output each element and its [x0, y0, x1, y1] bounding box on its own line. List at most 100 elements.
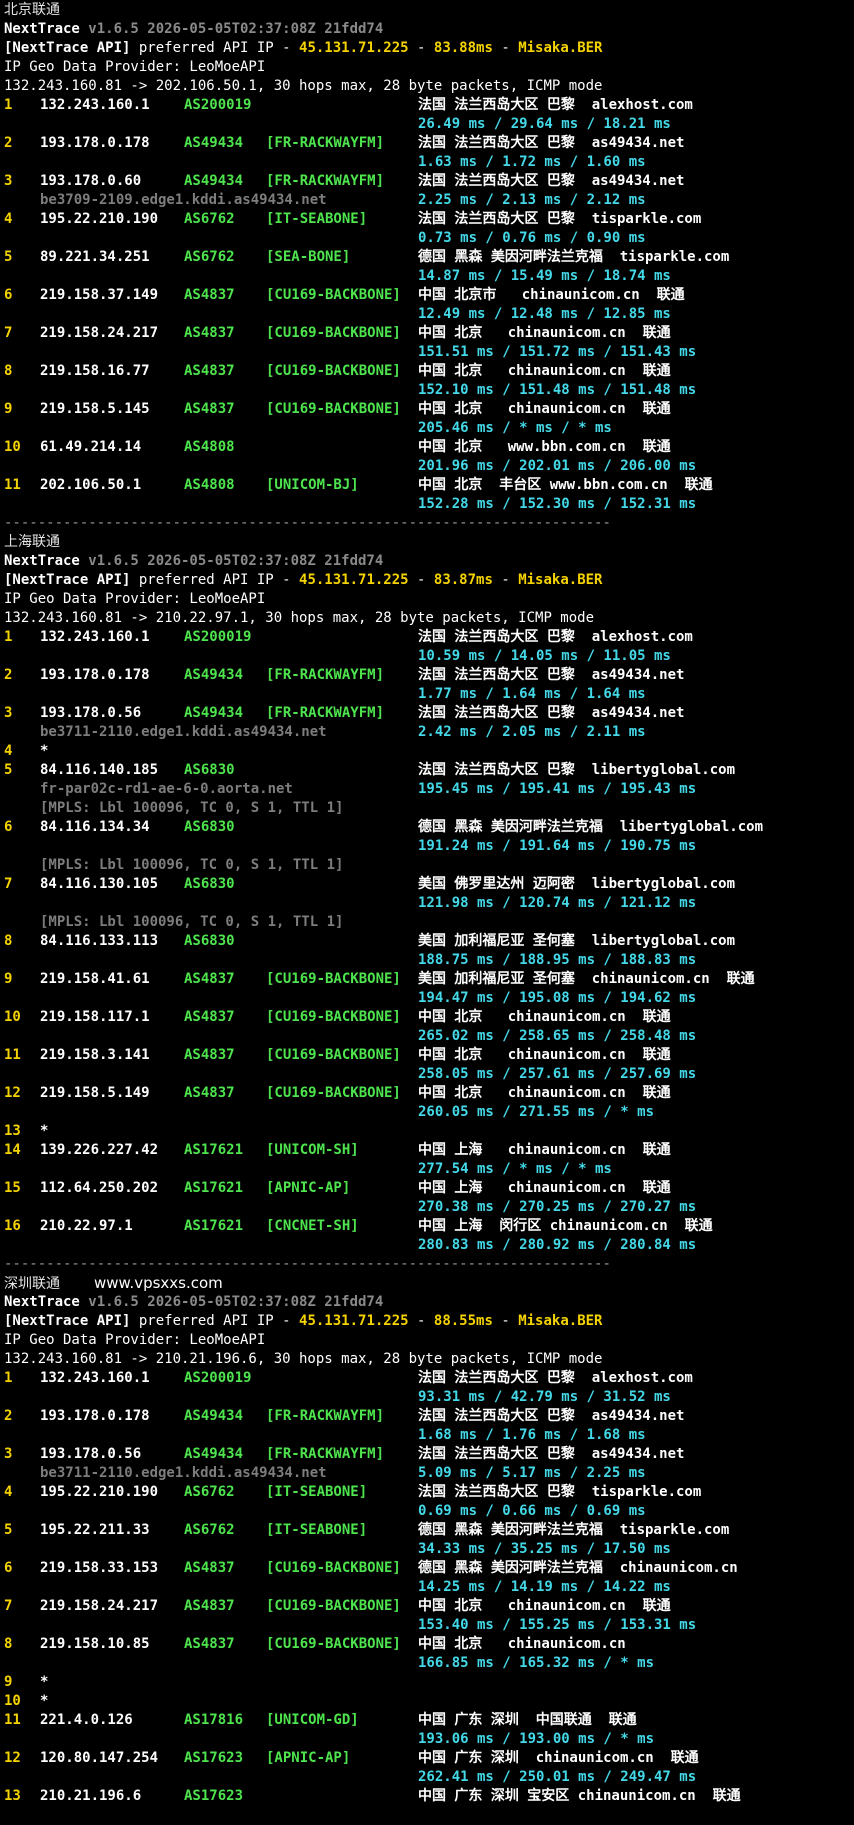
- hop-row: 9 *: [4, 1673, 850, 1692]
- hop-geo: 中国 北京 chinaunicom.cn 联通: [418, 1598, 671, 1614]
- hop-asn: AS4808: [184, 439, 235, 455]
- hop-geo: 中国 北京 chinaunicom.cn: [418, 1636, 626, 1652]
- hop-row: 2 193.178.0.178 AS49434 [FR-RACKWAYFM] 法国 法兰…: [4, 1407, 850, 1426]
- hop-detail-row: 152.28 ms / 152.30 ms / 152.31 ms: [4, 495, 850, 514]
- hop-number: 4: [4, 1484, 13, 1500]
- hop-ip: 120.80.147.254: [40, 1750, 159, 1766]
- route-summary: 132.243.160.81 -> 210.21.196.6, 30 hops …: [4, 1351, 603, 1367]
- hop-ip: 132.243.160.1: [40, 629, 150, 645]
- hop-tag: [FR-RACKWAYFM]: [266, 667, 385, 683]
- hop-tag: [CU169-BACKBONE]: [266, 401, 401, 417]
- hop-hostname: be3709-2109.edge1.kddi.as49434.net: [40, 192, 327, 208]
- hop-asn: AS17623: [184, 1788, 244, 1804]
- api-prefix: [NextTrace API]: [4, 572, 131, 588]
- hop-mpls-row: [MPLS: Lbl 100096, TC 0, S 1, TTL 1]: [4, 856, 850, 875]
- hop-asn: AS49434: [184, 135, 244, 151]
- hop-tag: [UNICOM-GD]: [266, 1712, 359, 1728]
- hop-rtt: 121.98 ms / 120.74 ms / 121.12 ms: [418, 895, 697, 911]
- hop-row: 4 195.22.210.190 AS6762 [IT-SEABONE] 法国 法兰西岛…: [4, 1483, 850, 1502]
- hop-tag: [APNIC-AP]: [266, 1750, 351, 1766]
- hop-row: 2 193.178.0.178 AS49434 [FR-RACKWAYFM] 法国 法兰…: [4, 666, 850, 685]
- hop-ip: *: [40, 743, 49, 759]
- hop-asn: AS49434: [184, 705, 244, 721]
- hop-number: 1: [4, 1370, 13, 1386]
- hop-detail-row: 121.98 ms / 120.74 ms / 121.12 ms: [4, 894, 850, 913]
- hop-row: 9 219.158.5.145 AS4837 [CU169-BACKBONE] 中国 北…: [4, 400, 850, 419]
- hop-number: 10: [4, 1693, 21, 1709]
- hop-asn: AS17816: [184, 1712, 244, 1728]
- hop-ip: 195.22.210.190: [40, 1484, 159, 1500]
- hop-mpls-row: [MPLS: Lbl 100096, TC 0, S 1, TTL 1]: [4, 799, 850, 818]
- hop-asn: AS6830: [184, 933, 235, 949]
- hop-geo: 中国 上海 chinaunicom.cn 联通: [418, 1180, 671, 1196]
- hop-ip: 89.221.34.251: [40, 249, 150, 265]
- section-separator: ----------------------------------------…: [4, 514, 850, 533]
- api-mid: preferred API IP -: [130, 1313, 300, 1329]
- hop-row: 15 112.64.250.202 AS17621 [APNIC-AP] 中国 上海 c…: [4, 1179, 850, 1198]
- hop-number: 4: [4, 743, 13, 759]
- hop-detail-row: 12.49 ms / 12.48 ms / 12.85 ms: [4, 305, 850, 324]
- hop-ip: 132.243.160.1: [40, 1370, 150, 1386]
- hop-detail-row: 1.68 ms / 1.76 ms / 1.68 ms: [4, 1426, 850, 1445]
- hop-number: 12: [4, 1750, 21, 1766]
- hop-number: 13: [4, 1123, 21, 1139]
- section-title: 上海联通: [4, 533, 850, 552]
- hop-ip: 193.178.0.178: [40, 667, 150, 683]
- hop-detail-row: 166.85 ms / 165.32 ms / * ms: [4, 1654, 850, 1673]
- hop-ip: 193.178.0.60: [40, 173, 142, 189]
- hop-number: 8: [4, 1636, 13, 1652]
- hop-geo: 中国 北京 chinaunicom.cn 联通: [418, 1047, 671, 1063]
- hop-rtt: 0.73 ms / 0.76 ms / 0.90 ms: [418, 230, 646, 246]
- hop-detail-row: 14.25 ms / 14.19 ms / 14.22 ms: [4, 1578, 850, 1597]
- hop-ip: 219.158.5.149: [40, 1085, 150, 1101]
- hop-tag: [FR-RACKWAYFM]: [266, 705, 385, 721]
- hop-number: 3: [4, 1446, 13, 1462]
- hop-detail-row: fr-par02c-rd1-ae-6-0.aorta.net 195.45 ms …: [4, 780, 850, 799]
- api-host: Misaka.BER: [518, 40, 603, 56]
- hop-rtt: 151.51 ms / 151.72 ms / 151.43 ms: [418, 344, 697, 360]
- hop-rtt: 201.96 ms / 202.01 ms / 206.00 ms: [418, 458, 697, 474]
- hop-ip: 61.49.214.14: [40, 439, 142, 455]
- hop-asn: AS49434: [184, 1446, 244, 1462]
- hop-asn: AS200019: [184, 97, 252, 113]
- hop-detail-row: be3711-2110.edge1.kddi.as49434.net 2.42 m…: [4, 723, 850, 742]
- hop-tag: [CU169-BACKBONE]: [266, 1009, 401, 1025]
- hop-rtt: 166.85 ms / 165.32 ms / * ms: [418, 1655, 655, 1671]
- geo-provider: IP Geo Data Provider: LeoMoeAPI: [4, 591, 266, 607]
- hop-detail-row: be3711-2110.edge1.kddi.as49434.net 5.09 m…: [4, 1464, 850, 1483]
- hop-asn: AS4837: [184, 363, 235, 379]
- hop-asn: AS6762: [184, 249, 235, 265]
- hop-asn: AS17621: [184, 1180, 244, 1196]
- hop-ip: 139.226.227.42: [40, 1142, 159, 1158]
- hop-tag: [CU169-BACKBONE]: [266, 1598, 401, 1614]
- hop-row: 11 219.158.3.141 AS4837 [CU169-BACKBONE] 中国 …: [4, 1046, 850, 1065]
- hop-number: 1: [4, 629, 13, 645]
- hop-number: 7: [4, 876, 13, 892]
- hop-row: 8 219.158.16.77 AS4837 [CU169-BACKBONE] 中国 北…: [4, 362, 850, 381]
- section-title-text: 上海联通: [4, 534, 60, 550]
- hop-ip: 195.22.211.33: [40, 1522, 150, 1538]
- hop-geo: 中国 广东 深圳 chinaunicom.cn 联通: [418, 1750, 699, 1766]
- hop-number: 11: [4, 1712, 21, 1728]
- hop-detail-row: 265.02 ms / 258.65 ms / 258.48 ms: [4, 1027, 850, 1046]
- api-prefix: [NextTrace API]: [4, 1313, 131, 1329]
- hop-geo: 中国 北京 丰台区 www.bbn.com.cn 联通: [418, 477, 713, 493]
- watermark-site: www.vpsxxs.com: [94, 1274, 223, 1292]
- hop-asn: AS4837: [184, 1560, 235, 1576]
- hop-row: 7 219.158.24.217 AS4837 [CU169-BACKBONE] 中国 …: [4, 324, 850, 343]
- hop-geo: 美国 加利福尼亚 圣何塞 libertyglobal.com: [418, 933, 736, 949]
- hop-rtt: 280.83 ms / 280.92 ms / 280.84 ms: [418, 1237, 697, 1253]
- hop-asn: AS200019: [184, 629, 252, 645]
- hop-ip: 193.178.0.56: [40, 1446, 142, 1462]
- hop-row: 6 219.158.33.153 AS4837 [CU169-BACKBONE] 德国 …: [4, 1559, 850, 1578]
- hop-tag: [CU169-BACKBONE]: [266, 325, 401, 341]
- hop-mpls: [MPLS: Lbl 100096, TC 0, S 1, TTL 1]: [40, 914, 344, 930]
- hop-asn: AS6830: [184, 762, 235, 778]
- hop-asn: AS4837: [184, 1598, 235, 1614]
- hop-row: 1 132.243.160.1 AS200019 法国 法兰西岛大区 巴黎 alexh…: [4, 1369, 850, 1388]
- geo-provider-line: IP Geo Data Provider: LeoMoeAPI: [4, 58, 850, 77]
- hop-geo: 法国 法兰西岛大区 巴黎 as49434.net: [418, 1446, 685, 1462]
- hop-tag: [SEA-BONE]: [266, 249, 351, 265]
- hop-rtt: 2.25 ms / 2.13 ms / 2.12 ms: [418, 192, 646, 208]
- hop-geo: 德国 黑森 美因河畔法兰克福 tisparkle.com: [418, 249, 730, 265]
